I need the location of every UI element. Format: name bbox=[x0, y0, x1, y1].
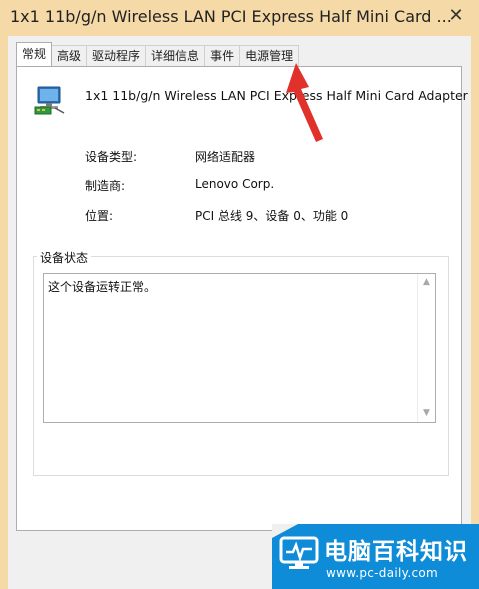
watermark-title: 电脑百科知识 bbox=[324, 539, 468, 565]
close-icon[interactable]: ✕ bbox=[441, 3, 471, 29]
location-value: PCI 总线 9、设备 0、功能 0 bbox=[195, 209, 349, 223]
device-type-value: 网络适配器 bbox=[195, 150, 256, 164]
title-bar[interactable]: 1x1 11b/g/n Wireless LAN PCI Express Hal… bbox=[0, 0, 479, 36]
device-type-label: 设备类型: bbox=[85, 150, 138, 164]
tab-events[interactable]: 事件 bbox=[204, 45, 241, 66]
device-name: 1x1 11b/g/n Wireless LAN PCI Express Hal… bbox=[85, 88, 468, 103]
network-adapter-icon bbox=[34, 86, 65, 115]
properties-window: 1x1 11b/g/n Wireless LAN PCI Express Hal… bbox=[0, 0, 479, 589]
scroll-up-icon[interactable]: ▲ bbox=[418, 274, 435, 291]
monitor-logo-icon bbox=[279, 536, 319, 569]
scroll-down-icon[interactable]: ▼ bbox=[418, 405, 435, 422]
manufacturer-label: 制造商: bbox=[85, 179, 126, 193]
tab-advanced[interactable]: 高级 bbox=[51, 45, 88, 66]
device-status-textbox[interactable]: 这个设备运转正常。 ▲ ▼ bbox=[43, 273, 436, 423]
general-tab-panel: 1x1 11b/g/n Wireless LAN PCI Express Hal… bbox=[16, 66, 468, 531]
manufacturer-value: Lenovo Corp. bbox=[195, 177, 275, 191]
tab-power-management[interactable]: 电源管理 bbox=[239, 45, 300, 66]
watermark-banner: 电脑百科知识 www.pc-daily.com bbox=[272, 524, 479, 589]
device-status-text: 这个设备运转正常。 bbox=[48, 280, 157, 294]
tab-details[interactable]: 详细信息 bbox=[145, 45, 206, 66]
location-label: 位置: bbox=[85, 209, 114, 223]
tab-strip: 常规 高级 驱动程序 详细信息 事件 电源管理 bbox=[16, 42, 300, 66]
window-title: 1x1 11b/g/n Wireless LAN PCI Express Hal… bbox=[10, 7, 452, 26]
dialog-client-area: 常规 高级 驱动程序 详细信息 事件 电源管理 1x1 11b/g/n Wire… bbox=[8, 36, 471, 589]
watermark-corner bbox=[272, 524, 298, 538]
status-scrollbar[interactable]: ▲ ▼ bbox=[417, 274, 435, 422]
watermark-url: www.pc-daily.com bbox=[326, 566, 438, 580]
tab-general[interactable]: 常规 bbox=[16, 42, 53, 66]
tab-driver[interactable]: 驱动程序 bbox=[86, 45, 147, 66]
device-status-title: 设备状态 bbox=[37, 249, 92, 266]
